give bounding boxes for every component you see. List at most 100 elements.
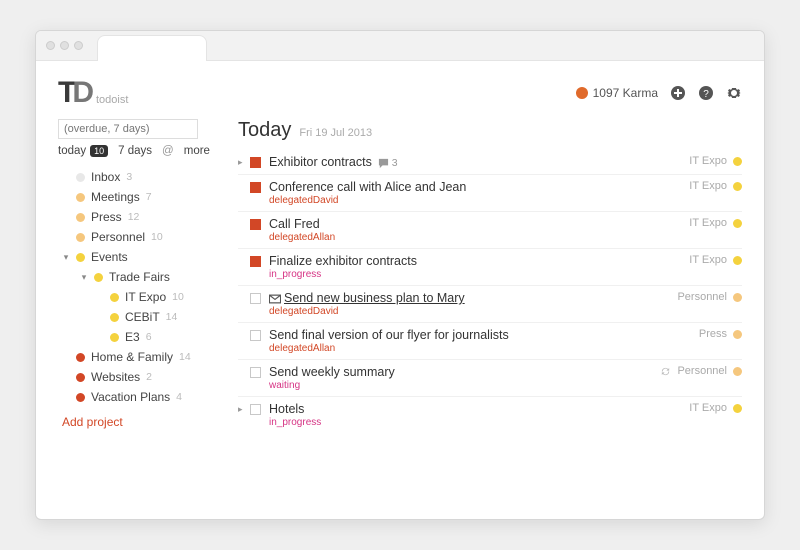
app-window: TD todoist 1097 Karma ? xyxy=(35,30,765,520)
add-icon[interactable] xyxy=(670,85,686,101)
project-label: IT Expo xyxy=(125,290,166,304)
task-meta: IT Expo xyxy=(689,402,742,414)
project-color-dot xyxy=(733,293,742,302)
task-row[interactable]: Conference call with Alice and Jeandeleg… xyxy=(238,175,742,212)
logo-text: todoist xyxy=(96,94,128,110)
browser-chrome xyxy=(36,31,764,61)
sidebar-item-personnel[interactable]: Personnel10 xyxy=(58,227,228,247)
task-subtext: in_progress xyxy=(269,269,689,280)
sidebar-item-trade-fairs[interactable]: ▾Trade Fairs xyxy=(58,267,228,287)
project-count: 7 xyxy=(146,191,152,203)
project-count: 4 xyxy=(176,391,182,403)
project-count: 10 xyxy=(172,291,184,303)
project-color-dot xyxy=(76,173,85,182)
karma-value: 1097 Karma xyxy=(593,86,658,100)
project-label: CEBiT xyxy=(125,310,160,324)
chevron-right-icon: ▸ xyxy=(238,402,248,415)
top-bar: TD todoist 1097 Karma ? xyxy=(58,71,742,115)
project-label: Personnel xyxy=(91,230,145,244)
task-checkbox[interactable] xyxy=(250,256,261,267)
logo-mark: TD xyxy=(58,76,90,110)
task-body: Send final version of our flyer for jour… xyxy=(269,328,699,354)
task-title: Exhibitor contracts 3 xyxy=(269,155,689,169)
task-checkbox[interactable] xyxy=(250,404,261,415)
mail-icon xyxy=(269,291,284,305)
task-checkbox[interactable] xyxy=(250,157,261,168)
task-title: Send weekly summary xyxy=(269,365,660,379)
add-project-link[interactable]: Add project xyxy=(58,415,228,429)
sidebar-item-press[interactable]: Press12 xyxy=(58,207,228,227)
filter-input[interactable] xyxy=(58,119,198,139)
svg-text:?: ? xyxy=(703,89,709,100)
sidebar: today 10 7 days @ more Inbox3 Meetings 7 Pr… xyxy=(58,119,228,509)
project-label: Events xyxy=(91,250,128,264)
task-row[interactable]: Send final version of our flyer for jour… xyxy=(238,323,742,360)
project-label: Meetings xyxy=(91,190,140,204)
sidebar-item-inbox[interactable]: Inbox3 xyxy=(58,167,228,187)
task-meta: IT Expo xyxy=(689,155,742,167)
task-checkbox[interactable] xyxy=(250,293,261,304)
task-row[interactable]: Send weekly summarywaitingPersonnel xyxy=(238,360,742,397)
sidebar-item-websites[interactable]: Websites2 xyxy=(58,367,228,387)
task-project-label: IT Expo xyxy=(689,254,727,266)
filter-today-label: today xyxy=(58,145,86,157)
task-body: Send weekly summarywaiting xyxy=(269,365,660,391)
chevron-right-icon: ▸ xyxy=(238,155,248,168)
browser-tab[interactable] xyxy=(97,35,207,61)
page-date: Fri 19 Jul 2013 xyxy=(299,127,372,139)
sidebar-item-home-family[interactable]: Home & Family 14 xyxy=(58,347,228,367)
karma-indicator[interactable]: 1097 Karma xyxy=(576,86,658,100)
sidebar-item-vacation-plans[interactable]: Vacation Plans4 xyxy=(58,387,228,407)
filter-today[interactable]: today 10 xyxy=(58,145,108,157)
sidebar-item-cebit[interactable]: CEBiT14 xyxy=(58,307,228,327)
project-count: 3 xyxy=(126,171,132,183)
project-color-dot xyxy=(76,233,85,242)
task-checkbox[interactable] xyxy=(250,219,261,230)
sidebar-item-e3[interactable]: E36 xyxy=(58,327,228,347)
task-project-label: IT Expo xyxy=(689,217,727,229)
task-checkbox[interactable] xyxy=(250,330,261,341)
filter-at-icon[interactable]: @ xyxy=(162,145,174,157)
project-color-dot xyxy=(733,157,742,166)
gear-icon[interactable] xyxy=(726,85,742,101)
task-meta: Personnel xyxy=(677,291,742,303)
task-body: Send new business plan to MarydelegatedD… xyxy=(269,291,677,317)
task-row[interactable]: Call FreddelegatedAllanIT Expo xyxy=(238,212,742,249)
project-label: Home & Family xyxy=(91,350,173,364)
project-label: Trade Fairs xyxy=(109,270,170,284)
project-color-dot xyxy=(733,256,742,265)
recurring-icon xyxy=(660,365,671,377)
window-controls[interactable] xyxy=(46,41,83,50)
task-subtext: waiting xyxy=(269,380,660,391)
task-row[interactable]: Finalize exhibitor contractsin_progressI… xyxy=(238,249,742,286)
project-color-dot xyxy=(733,367,742,376)
project-color-dot xyxy=(733,182,742,191)
main-header: Today Fri 19 Jul 2013 xyxy=(238,119,742,142)
task-checkbox[interactable] xyxy=(250,182,261,193)
task-meta: IT Expo xyxy=(689,254,742,266)
logo: TD todoist xyxy=(58,76,128,110)
filter-7days[interactable]: 7 days xyxy=(118,145,152,157)
task-subtext: delegatedDavid xyxy=(269,306,677,317)
project-color-dot xyxy=(110,293,119,302)
task-row[interactable]: Send new business plan to MarydelegatedD… xyxy=(238,286,742,323)
task-checkbox[interactable] xyxy=(250,367,261,378)
project-count: 12 xyxy=(128,211,140,223)
sidebar-item-it-expo[interactable]: IT Expo 10 xyxy=(58,287,228,307)
filter-more[interactable]: more xyxy=(184,145,210,157)
task-title: Conference call with Alice and Jean xyxy=(269,180,689,194)
task-list: ▸Exhibitor contracts 3IT ExpoConference … xyxy=(238,150,742,433)
task-body: Exhibitor contracts 3 xyxy=(269,155,689,169)
task-body: Finalize exhibitor contractsin_progress xyxy=(269,254,689,280)
chevron-down-icon: ▾ xyxy=(62,252,70,263)
comments-icon[interactable]: 3 xyxy=(378,157,398,169)
project-label: E3 xyxy=(125,330,140,344)
task-row[interactable]: ▸ Exhibitor contracts 3IT Expo xyxy=(238,150,742,175)
project-count: 14 xyxy=(179,351,191,363)
sidebar-item-meetings[interactable]: Meetings 7 xyxy=(58,187,228,207)
sidebar-item-events[interactable]: ▾ Events xyxy=(58,247,228,267)
help-icon[interactable]: ? xyxy=(698,85,714,101)
task-row[interactable]: ▸Hotelsin_progressIT Expo xyxy=(238,397,742,433)
task-body: Call FreddelegatedAllan xyxy=(269,217,689,243)
project-color-dot xyxy=(733,219,742,228)
